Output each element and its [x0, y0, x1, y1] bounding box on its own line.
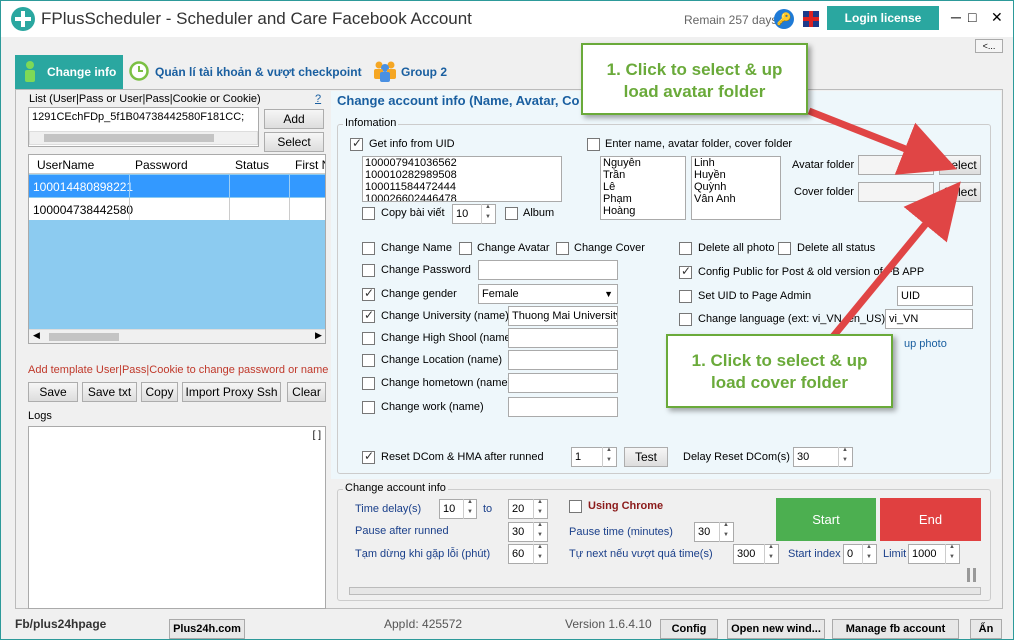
annotation-arrows [807, 107, 961, 342]
arrow-to-avatar-select [807, 107, 958, 175]
main-window: FPlusScheduler - Scheduler and Care Face… [0, 0, 1014, 640]
cover-callout: 1. Click to select & up load cover folde… [666, 334, 893, 408]
arrow-to-cover-select [828, 181, 961, 342]
avatar-callout: 1. Click to select & up load avatar fold… [581, 43, 808, 115]
